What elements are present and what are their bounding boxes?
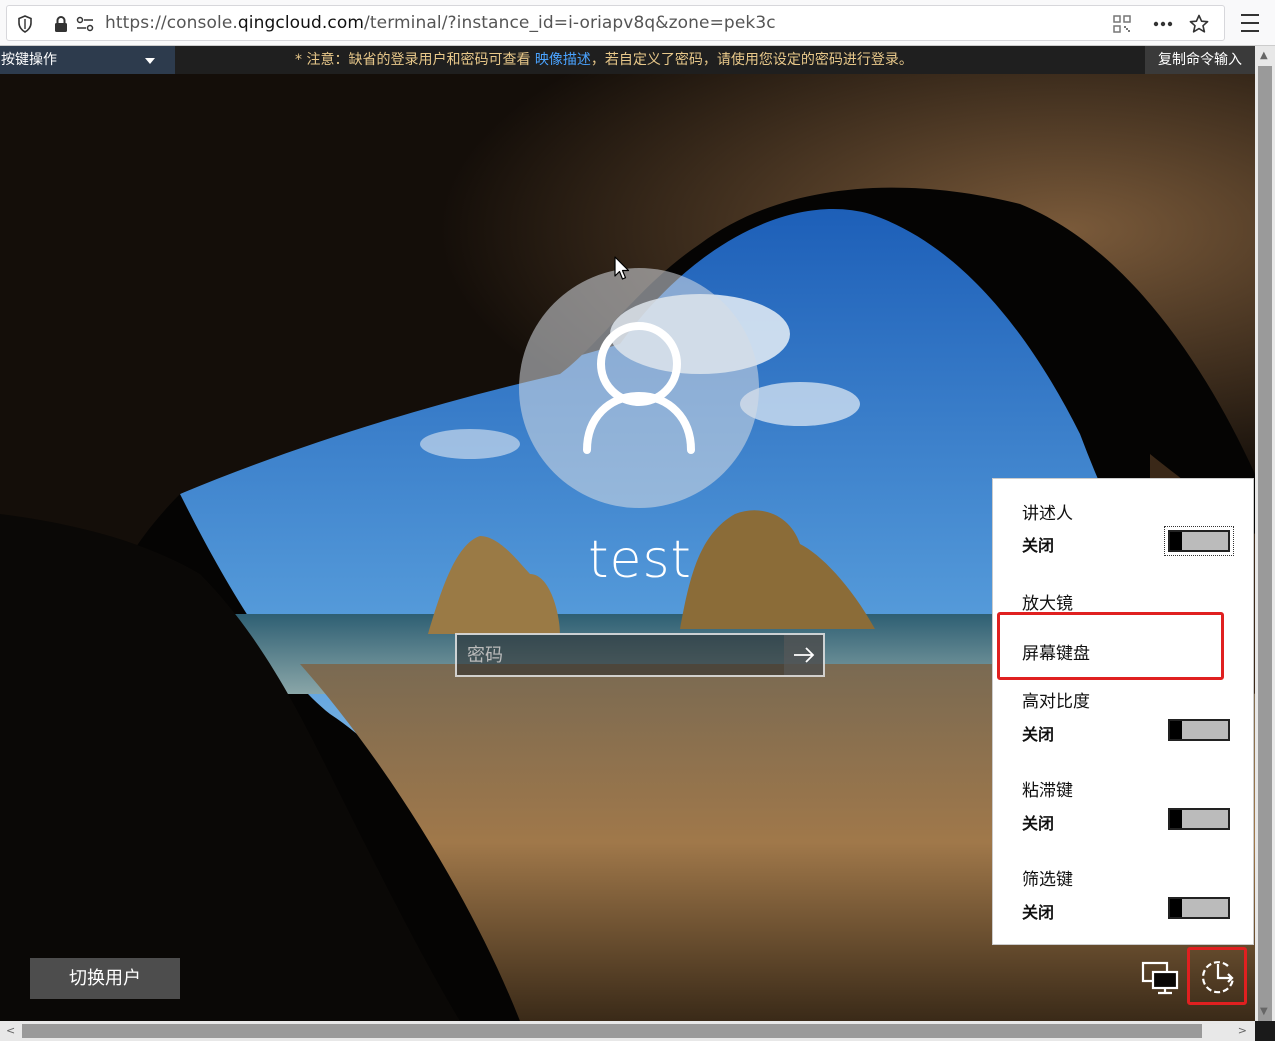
ease-of-access-panel: 讲述人 关闭 放大镜 屏幕键盘 高对比度 关闭 粘滞键 关闭 筛选键 关闭 xyxy=(992,478,1254,945)
narrator-state: 关闭 xyxy=(1022,536,1055,555)
magnifier-item[interactable]: 放大镜 xyxy=(1022,589,1073,614)
user-avatar-icon xyxy=(583,322,695,454)
username: test xyxy=(588,530,692,590)
horizontal-scroll-thumb[interactable] xyxy=(22,1024,1202,1038)
scroll-right-icon[interactable]: > xyxy=(1238,1024,1247,1037)
remote-desktop[interactable]: test 切换用户 讲述人 关闭 放大镜 屏幕键盘 高对比度 关闭 粘滞键 关闭… xyxy=(0,74,1255,1021)
bookmark-star-icon[interactable] xyxy=(1189,14,1209,34)
switch-user-button[interactable]: 切换用户 xyxy=(30,958,180,999)
scroll-up-icon[interactable]: ▲ xyxy=(1260,50,1268,61)
scroll-down-icon[interactable]: ▼ xyxy=(1260,1006,1268,1017)
highlight-onscreen-keyboard xyxy=(997,612,1224,680)
copy-command-input-button[interactable]: 复制命令输入 xyxy=(1145,46,1255,74)
filter-keys-title: 筛选键 xyxy=(1022,870,1073,890)
key-operation-label: 按键操作 xyxy=(1,52,57,68)
narrator-toggle[interactable] xyxy=(1164,526,1234,556)
shield-icon[interactable] xyxy=(15,14,35,34)
password-input[interactable] xyxy=(457,635,783,675)
highlight-ease-of-access xyxy=(1187,947,1247,1005)
notice-text-suffix: ，若自定义了密码，请使用您设定的密码进行登录。 xyxy=(590,52,913,68)
scroll-left-icon[interactable]: < xyxy=(6,1024,15,1037)
sticky-keys-state: 关闭 xyxy=(1022,814,1055,833)
mouse-cursor-icon xyxy=(614,256,630,280)
sticky-keys-title: 粘滞键 xyxy=(1022,781,1073,801)
horizontal-scrollbar[interactable]: < > xyxy=(0,1021,1255,1041)
user-avatar xyxy=(519,268,759,508)
chevron-down-icon xyxy=(145,58,155,64)
sticky-keys-toggle[interactable] xyxy=(1168,808,1230,830)
more-icon[interactable] xyxy=(1153,14,1173,34)
narrator-title: 讲述人 xyxy=(1022,504,1073,524)
hamburger-menu-icon[interactable] xyxy=(1238,12,1262,34)
filter-keys-toggle[interactable] xyxy=(1168,897,1230,919)
high-contrast-state: 关闭 xyxy=(1022,725,1055,744)
console-toolbar: 按键操作 * 注意：缺省的登录用户和密码可查看 映像描述，若自定义了密码，请使用… xyxy=(0,46,1255,74)
image-description-link[interactable]: 映像描述 xyxy=(535,52,591,68)
url-text[interactable]: https://console.qingcloud.com/terminal/?… xyxy=(105,13,776,33)
high-contrast-toggle[interactable] xyxy=(1168,719,1230,741)
high-contrast-title: 高对比度 xyxy=(1022,692,1090,712)
vertical-scroll-thumb[interactable] xyxy=(1258,66,1272,1021)
arrow-right-icon xyxy=(793,647,814,663)
submit-password-button[interactable] xyxy=(784,635,823,675)
login-notice: * 注意：缺省的登录用户和密码可查看 映像描述，若自定义了密码，请使用您设定的密… xyxy=(295,46,913,74)
key-operation-select[interactable]: 按键操作 xyxy=(0,46,175,74)
permissions-icon[interactable] xyxy=(75,14,95,34)
vertical-scrollbar[interactable]: ▲ ▼ xyxy=(1255,46,1275,1021)
filter-keys-state: 关闭 xyxy=(1022,903,1055,922)
notice-text: * 注意：缺省的登录用户和密码可查看 xyxy=(295,52,535,68)
password-field-wrapper xyxy=(455,633,825,677)
qr-code-icon[interactable] xyxy=(1112,14,1132,34)
network-icon[interactable] xyxy=(1138,956,1182,1000)
lock-icon[interactable] xyxy=(51,14,71,34)
address-bar[interactable]: https://console.qingcloud.com/terminal/?… xyxy=(6,5,1225,41)
browser-toolbar: https://console.qingcloud.com/terminal/?… xyxy=(0,0,1275,46)
